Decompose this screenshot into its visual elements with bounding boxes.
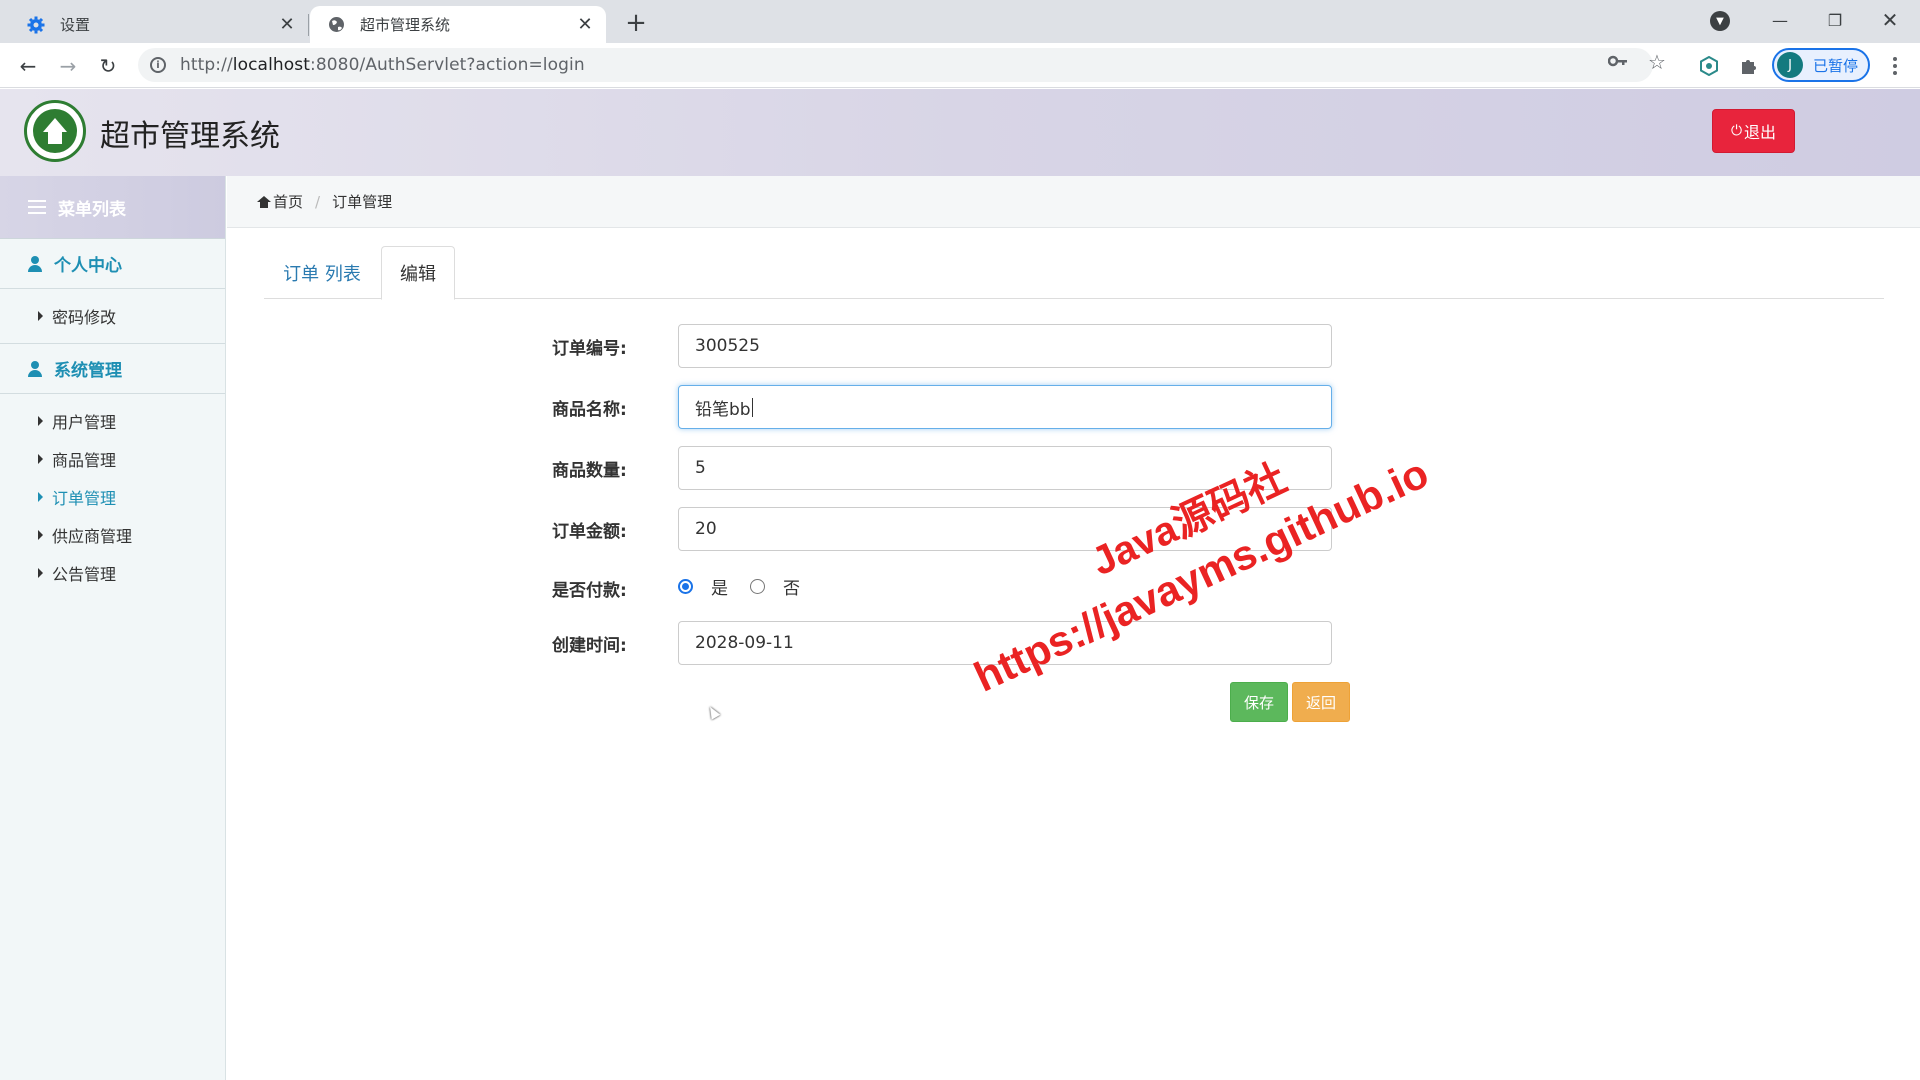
product-name-input[interactable]: 铅笔bb [678, 385, 1332, 429]
tab-order-list[interactable]: 订单 列表 [264, 246, 380, 299]
new-tab-plus-icon[interactable]: + [622, 9, 650, 37]
paid-yes-radio[interactable] [678, 579, 693, 594]
sidebar-group-label: 系统管理 [54, 361, 122, 381]
profile-button[interactable]: J 已暂停 [1772, 48, 1870, 82]
caret-right-icon [38, 492, 43, 502]
info-icon[interactable]: i [150, 57, 166, 73]
form-row-product-name: 商品名称: 铅笔bb [552, 385, 1332, 429]
close-icon[interactable]: ✕ [276, 14, 298, 36]
product-name-label: 商品名称: [552, 400, 627, 420]
avatar: J [1777, 52, 1803, 78]
caret-right-icon [38, 416, 43, 426]
puzzle-extensions-icon[interactable] [1738, 55, 1760, 77]
sidebar-item-users[interactable]: 用户管理 [0, 402, 225, 440]
restore-icon[interactable]: ❐ [1815, 0, 1855, 40]
browser-toolbar: ← → ↻ i http://localhost:8080/AuthServle… [0, 43, 1920, 88]
gear-icon [26, 15, 46, 35]
globe-icon [326, 15, 346, 35]
sidebar-item-label: 用户管理 [52, 413, 117, 432]
paid-radio-group: 是 否 [678, 574, 822, 599]
tab-edit[interactable]: 编辑 [381, 246, 455, 300]
sidebar-item-label: 商品管理 [52, 451, 117, 470]
back-arrow-icon[interactable]: ← [13, 51, 43, 81]
browser-tab-bar: 设置 ✕ 超市管理系统 ✕ + ▼ — ❐ ✕ [0, 0, 1920, 43]
breadcrumb-current: 订单管理 [332, 193, 393, 211]
logout-button[interactable]: ⏻ 退出 [1712, 109, 1795, 153]
app-title: 超市管理系统 [100, 119, 280, 154]
paid-label: 是否付款: [552, 581, 627, 601]
amount-label: 订单金额: [552, 522, 627, 542]
sidebar-group-personal[interactable]: 个人中心 [0, 239, 225, 289]
power-icon: ⏻ [1730, 123, 1743, 139]
sidebar-item-label: 订单管理 [52, 489, 117, 508]
form-actions: 保存 返回 [552, 682, 1350, 726]
content-tabs: 订单 列表 编辑 [264, 246, 1884, 300]
sidebar-sublist-system: 用户管理 商品管理 订单管理 供应商管理 公告管理 [0, 394, 225, 600]
caret-right-icon [38, 454, 43, 464]
tab-divider [308, 14, 309, 36]
text-cursor [751, 397, 753, 417]
minimize-icon[interactable]: — [1760, 0, 1800, 40]
url-text: http://localhost:8080/AuthServlet?action… [180, 55, 585, 75]
paid-no-radio[interactable] [750, 579, 765, 594]
browser-tab-settings[interactable]: 设置 ✕ [0, 6, 308, 43]
forward-arrow-icon[interactable]: → [53, 51, 83, 81]
browser-menu-icon[interactable] [1885, 53, 1905, 79]
order-no-input[interactable]: 300525 [678, 324, 1332, 368]
sidebar-group-system[interactable]: 系统管理 [0, 344, 225, 394]
browser-tab-title: 超市管理系统 [360, 16, 451, 34]
save-button[interactable]: 保存 [1230, 682, 1288, 722]
quantity-label: 商品数量: [552, 461, 627, 481]
user-icon [28, 255, 42, 272]
paid-no-label[interactable]: 否 [783, 574, 800, 599]
caret-right-icon [38, 311, 43, 321]
sidebar-sublist-personal: 密码修改 [0, 289, 225, 344]
tab-search-chevron-icon[interactable]: ▼ [1710, 11, 1730, 31]
sidebar-item-label: 供应商管理 [52, 527, 133, 546]
order-no-label: 订单编号: [552, 339, 627, 359]
address-bar[interactable]: i http://localhost:8080/AuthServlet?acti… [138, 48, 1653, 82]
sidebar-menu-title: 菜单列表 [58, 199, 126, 220]
sidebar-item-label: 公告管理 [52, 565, 117, 584]
extension-hexagon-icon[interactable] [1698, 55, 1720, 77]
caret-right-icon [38, 530, 43, 540]
breadcrumb: 首页 / 订单管理 [227, 176, 1920, 228]
browser-tab-title: 设置 [60, 16, 91, 34]
sidebar-group-label: 个人中心 [54, 256, 122, 276]
sidebar-item-label: 密码修改 [52, 308, 117, 327]
list-icon [28, 200, 46, 214]
bookmark-star-icon[interactable]: ☆ [1648, 50, 1666, 74]
sidebar-item-password[interactable]: 密码修改 [0, 297, 225, 335]
back-button[interactable]: 返回 [1292, 682, 1350, 722]
paid-yes-label[interactable]: 是 [711, 574, 728, 599]
logout-label: 退出 [1744, 123, 1777, 142]
home-icon [257, 195, 271, 208]
profile-status-label: 已暂停 [1813, 56, 1859, 75]
sidebar-item-suppliers[interactable]: 供应商管理 [0, 516, 225, 554]
key-icon[interactable] [1607, 53, 1628, 73]
close-icon[interactable]: ✕ [574, 14, 596, 36]
form-row-created: 创建时间: 2028-09-11 [552, 621, 1332, 665]
browser-tab-active[interactable]: 超市管理系统 ✕ [310, 6, 606, 43]
sidebar-item-products[interactable]: 商品管理 [0, 440, 225, 478]
university-logo [24, 100, 86, 162]
created-label: 创建时间: [552, 636, 627, 656]
form-row-order-no: 订单编号: 300525 [552, 324, 1332, 368]
sidebar-item-orders[interactable]: 订单管理 [0, 478, 225, 516]
app-header: 超市管理系统 ⏻ 退出 [0, 89, 1920, 176]
sidebar-menu-header: 菜单列表 [0, 176, 225, 239]
sidebar-item-notices[interactable]: 公告管理 [0, 554, 225, 592]
reload-icon[interactable]: ↻ [93, 51, 123, 81]
breadcrumb-separator: / [315, 192, 321, 211]
window-close-icon[interactable]: ✕ [1870, 0, 1910, 40]
breadcrumb-home[interactable]: 首页 [273, 191, 303, 212]
user-icon [28, 360, 42, 377]
sidebar: 菜单列表 个人中心 密码修改 系统管理 用户管理 商品管理 订单管理 供应商管理 [0, 176, 226, 1080]
caret-right-icon [38, 568, 43, 578]
